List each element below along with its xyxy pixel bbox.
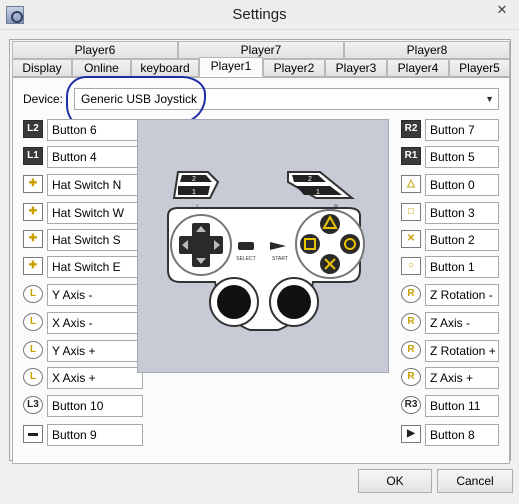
right-stick-down-icon: R — [401, 341, 421, 359]
map-button-circle[interactable]: Button 1 — [425, 256, 499, 278]
map-button-square[interactable]: Button 3 — [425, 202, 499, 224]
right-stick-right-icon: R — [401, 368, 421, 386]
dpad-down-icon: ✚ — [23, 230, 43, 248]
dpad — [170, 214, 232, 276]
window-title: Settings — [232, 6, 287, 23]
map-x-axis-pos[interactable]: X Axis + — [47, 367, 143, 389]
map-button-start[interactable]: Button 8 — [425, 424, 499, 446]
title-bar: Settings ✕ — [0, 0, 519, 30]
svg-text:START: START — [272, 256, 288, 262]
map-z-rotation-pos[interactable]: Z Rotation + — [425, 340, 499, 362]
tab-player3[interactable]: Player3 — [325, 59, 387, 77]
tab-player6[interactable]: Player6 — [12, 41, 178, 59]
tab-online[interactable]: Online — [72, 59, 131, 77]
select-icon: ▬ — [23, 425, 43, 443]
map-hat-n[interactable]: Hat Switch N — [47, 174, 143, 196]
cancel-button[interactable]: Cancel — [437, 469, 513, 493]
circle-icon: ○ — [401, 257, 421, 275]
dpad-up-icon: ✚ — [23, 175, 43, 193]
map-z-axis-neg[interactable]: Z Axis - — [425, 312, 499, 334]
r2-icon: R2 — [401, 120, 421, 138]
map-y-axis-neg[interactable]: Y Axis - — [47, 284, 143, 306]
device-label: Device: — [23, 92, 64, 106]
svg-text:2: 2 — [308, 176, 312, 183]
map-button-l1[interactable]: Button 4 — [47, 146, 143, 168]
tab-player8[interactable]: Player8 — [344, 41, 510, 59]
svg-text:1: 1 — [192, 189, 196, 196]
l2-icon: L2 — [23, 120, 43, 138]
ok-button[interactable]: OK — [358, 469, 432, 493]
cross-icon: ✕ — [401, 230, 421, 248]
tab-player2[interactable]: Player2 — [263, 59, 325, 77]
map-z-axis-pos[interactable]: Z Axis + — [425, 367, 499, 389]
map-button-r2[interactable]: Button 7 — [425, 119, 499, 141]
map-button-r1[interactable]: Button 5 — [425, 146, 499, 168]
left-stick-left-icon: L — [23, 313, 43, 331]
r3-icon: R3 — [401, 396, 421, 414]
map-z-rotation-neg[interactable]: Z Rotation - — [425, 284, 499, 306]
map-x-axis-neg[interactable]: X Axis - — [47, 312, 143, 334]
dpad-right-icon: ✚ — [23, 257, 43, 275]
close-button[interactable]: ✕ — [489, 0, 515, 20]
face-buttons — [295, 209, 365, 279]
left-bumpers: 2 1 L — [172, 171, 220, 211]
left-stick-right-icon: L — [23, 368, 43, 386]
left-stick-down-icon: L — [23, 341, 43, 359]
right-stick-left-icon: R — [401, 313, 421, 331]
svg-text:1: 1 — [316, 189, 320, 196]
square-icon: □ — [401, 203, 421, 221]
right-bumpers: 2 1 R — [287, 171, 355, 211]
l3-icon: L3 — [23, 396, 43, 414]
left-stick-up-icon: L — [23, 285, 43, 303]
dpad-left-icon: ✚ — [23, 203, 43, 221]
map-hat-w[interactable]: Hat Switch W — [47, 202, 143, 224]
r1-icon: R1 — [401, 147, 421, 165]
map-button-r3[interactable]: Button 11 — [425, 395, 499, 417]
start-icon: ▶ — [401, 425, 421, 443]
right-stick-up-icon: R — [401, 285, 421, 303]
map-button-l2[interactable]: Button 6 — [47, 119, 143, 141]
gamepad-graphic: 2 1 L 2 1 R SELECT START — [167, 171, 365, 331]
controller-illustration: 2 1 L 2 1 R SELECT START — [137, 119, 389, 373]
map-hat-s[interactable]: Hat Switch S — [47, 229, 143, 251]
triangle-icon: △ — [401, 175, 421, 193]
chevron-down-icon: ▼ — [485, 94, 494, 104]
map-hat-e[interactable]: Hat Switch E — [47, 256, 143, 278]
tab-player4[interactable]: Player4 — [387, 59, 449, 77]
svg-text:2: 2 — [192, 176, 196, 183]
tab-display[interactable]: Display — [12, 59, 72, 77]
map-button-select[interactable]: Button 9 — [47, 424, 143, 446]
map-button-l3[interactable]: Button 10 — [47, 395, 143, 417]
svg-text:SELECT: SELECT — [236, 256, 255, 262]
l1-icon: L1 — [23, 147, 43, 165]
map-button-triangle[interactable]: Button 0 — [425, 174, 499, 196]
tab-player5[interactable]: Player5 — [449, 59, 510, 77]
map-button-cross[interactable]: Button 2 — [425, 229, 499, 251]
select-button — [238, 242, 254, 250]
tab-keyboard[interactable]: keyboard — [131, 59, 199, 77]
map-y-axis-pos[interactable]: Y Axis + — [47, 340, 143, 362]
tab-player1[interactable]: Player1 — [199, 57, 263, 77]
annotation-circle — [66, 76, 206, 125]
